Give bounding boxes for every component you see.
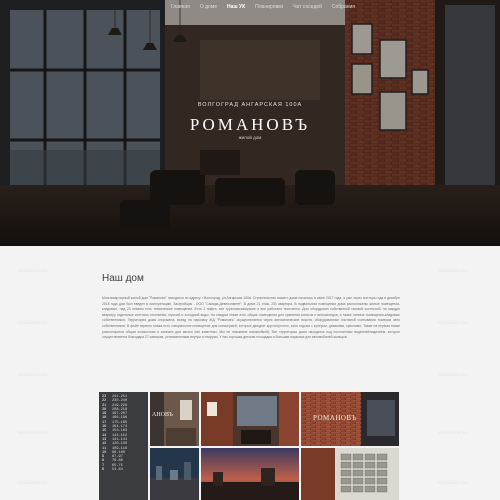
watermark-text: ROMANOV.RU xyxy=(18,268,49,273)
nav-item-layouts[interactable]: Планировки xyxy=(250,3,288,11)
hero-banner: Главная О доме Наш УК Планировки Чат сос… xyxy=(0,0,500,246)
wall-sign-text: АНОВЪ xyxy=(152,412,173,418)
watermark-text: ROMANOV.RU xyxy=(18,320,49,325)
watermark-text: ROMANOV.RU xyxy=(438,320,469,325)
watermark-text: ROMANOV.RU xyxy=(18,372,49,377)
nav-item-about[interactable]: О доме xyxy=(195,3,222,11)
watermark-text: ROMANOV.RU xyxy=(438,430,469,435)
city-night-image xyxy=(150,448,199,500)
lobby-image xyxy=(201,392,299,446)
sign-text: РОМАНОВЪ xyxy=(313,414,357,422)
nav-item-meetings[interactable]: Собрания xyxy=(327,3,360,11)
floor-number: 6 xyxy=(102,468,105,473)
floor-board-table: 23 241-251 22 230-240 21 219-229 20 208-218 19 19… xyxy=(99,392,148,472)
apartment-range: 54-64 xyxy=(112,468,123,473)
mailboxes-image xyxy=(301,448,399,500)
main-nav: Главная О доме Наш УК Планировки Чат сос… xyxy=(166,3,360,11)
gallery-photo-mailboxes[interactable] xyxy=(301,448,399,500)
gallery-photo-lobby[interactable] xyxy=(201,392,299,446)
gallery-photo-floor-board[interactable]: 23 241-251 22 230-240 21 219-229 20 208-218 19 19… xyxy=(99,392,148,500)
about-description: Многоквартирный жилой дом "Романовъ" нах… xyxy=(102,296,400,340)
gallery-photo-wall-letters[interactable]: АНОВЪ xyxy=(150,392,199,446)
sunset-image xyxy=(201,448,299,500)
gallery-photo-sign[interactable]: РОМАНОВЪ xyxy=(301,392,399,446)
photo-gallery: 23 241-251 22 230-240 21 219-229 20 208-218 19 19… xyxy=(99,392,401,500)
nav-item-home[interactable]: Главная xyxy=(166,3,195,11)
floor-board-row: 6 54-64 xyxy=(102,468,148,472)
section-title-about: Наш дом xyxy=(102,273,144,284)
nav-item-chat[interactable]: Чат соседей xyxy=(288,3,327,11)
watermark-text: ROMANOV.RU xyxy=(18,480,49,485)
watermark-text: ROMANOV.RU xyxy=(18,430,49,435)
hero-address: ВОЛГОГРАД АНГАРСКАЯ 100А xyxy=(197,102,303,108)
gallery-photo-city-night[interactable] xyxy=(150,448,199,500)
hero-title: РОМАНОВЪ xyxy=(189,115,311,134)
watermark-text: ROMANOV.RU xyxy=(438,372,469,377)
watermark-text: ROMANOV.RU xyxy=(438,480,469,485)
hero-tagline: жилой дом xyxy=(238,135,262,140)
nav-item-management[interactable]: Наш УК xyxy=(222,3,250,11)
watermark-text: ROMANOV.RU xyxy=(438,268,469,273)
gallery-photo-sunset[interactable] xyxy=(201,448,299,500)
